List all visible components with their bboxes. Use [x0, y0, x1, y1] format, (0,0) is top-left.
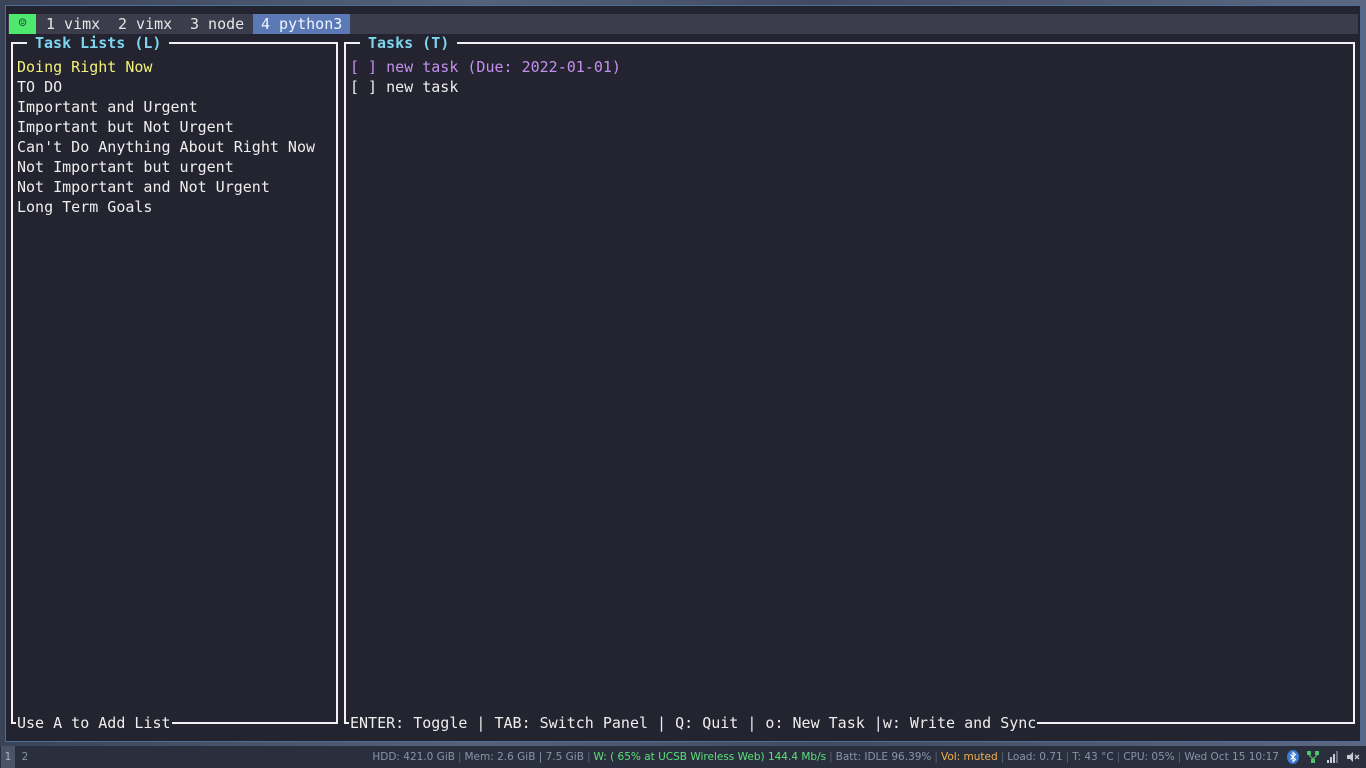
task-lists-title: Task Lists (L) [27, 34, 170, 52]
terminal-window[interactable]: ☺ 1 vimx 2 vimx 3 node 4 python3 Task Li… [5, 5, 1361, 742]
tab-4-python3[interactable]: 4 python3 [253, 14, 351, 34]
workspace-2[interactable]: 2 [18, 746, 32, 768]
tasks-title: Tasks (T) [360, 34, 458, 52]
task-lists: Doing Right Now TO DO Important and Urge… [17, 57, 315, 217]
list-item-important-and-urgent[interactable]: Important and Urgent [17, 97, 315, 117]
separator: | [1177, 751, 1182, 763]
list-item-long-term-goals[interactable]: Long Term Goals [17, 197, 315, 217]
system-tray [1286, 750, 1366, 764]
task-items: [ ] new task (Due: 2022-01-01) [ ] new t… [350, 57, 621, 97]
tab-3-node[interactable]: 3 node [182, 14, 252, 34]
separator: | [934, 751, 938, 763]
wifi-status: W: ( 65% at UCSB Wireless Web) 144.4 Mb/… [593, 751, 827, 763]
lists-footer-hint: Use A to Add List [16, 713, 172, 733]
tab-1-vimx[interactable]: 1 vimx [38, 14, 108, 34]
mem-status: Mem: 2.6 GiB | 7.5 GiB [464, 751, 584, 763]
separator: | [586, 751, 591, 763]
separator: | [457, 751, 462, 763]
cpu-status: CPU: 05% [1123, 751, 1175, 763]
desktop: ☺ 1 vimx 2 vimx 3 node 4 python3 Task Li… [0, 0, 1366, 768]
list-item-not-important-not-urgent[interactable]: Not Important and Not Urgent [17, 177, 315, 197]
tmux-tab-bar: ☺ 1 vimx 2 vimx 3 node 4 python3 [8, 14, 1358, 34]
task-lists-panel[interactable]: Task Lists (L) Doing Right Now TO DO Imp… [11, 34, 338, 733]
temperature-status: T: 43 °C [1072, 751, 1114, 763]
tasks-footer-hint: ENTER: Toggle | TAB: Switch Panel | Q: Q… [349, 713, 1038, 733]
volume-status: Vol: muted [940, 751, 998, 763]
tasks-panel[interactable]: Tasks (T) [ ] new task (Due: 2022-01-01)… [344, 34, 1355, 733]
list-item-doing-right-now[interactable]: Doing Right Now [17, 57, 315, 77]
signal-strength-icon[interactable] [1326, 750, 1340, 764]
list-item-cant-do-anything[interactable]: Can't Do Anything About Right Now [17, 137, 315, 157]
network-manager-icon[interactable] [1306, 750, 1320, 764]
task-item[interactable]: [ ] new task (Due: 2022-01-01) [350, 57, 621, 77]
task-item[interactable]: [ ] new task [350, 77, 621, 97]
battery-status: Batt: IDLE 96.39% [835, 751, 932, 763]
workspace-1[interactable]: 1 [1, 746, 15, 768]
volume-muted-icon[interactable] [1346, 750, 1360, 764]
separator: | [1065, 751, 1070, 763]
hdd-status: HDD: 421.0 GiB [372, 751, 455, 763]
separator: | [1116, 751, 1121, 763]
separator: | [1000, 751, 1005, 763]
list-item-not-important-urgent[interactable]: Not Important but urgent [17, 157, 315, 177]
load-status: Load: 0.71 [1007, 751, 1063, 763]
tab-2-vimx[interactable]: 2 vimx [110, 14, 180, 34]
list-item-important-not-urgent[interactable]: Important but Not Urgent [17, 117, 315, 137]
list-item-to-do[interactable]: TO DO [17, 77, 315, 97]
separator: | [829, 751, 833, 763]
bluetooth-icon[interactable] [1286, 750, 1300, 764]
session-indicator-icon: ☺ [9, 14, 36, 34]
system-status-bar: 1 2 HDD: 421.0 GiB | Mem: 2.6 GiB | 7.5 … [0, 746, 1366, 768]
datetime-status: Wed Oct 15 10:17 [1184, 751, 1279, 763]
status-blocks: HDD: 421.0 GiB | Mem: 2.6 GiB | 7.5 GiB … [371, 746, 1366, 768]
